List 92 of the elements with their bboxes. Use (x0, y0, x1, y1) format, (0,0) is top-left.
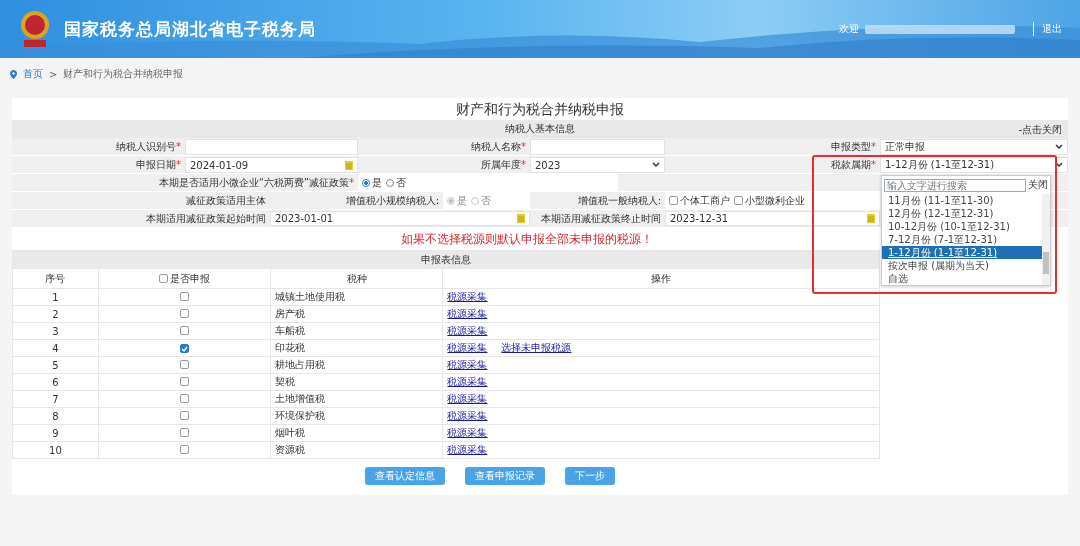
row-checkbox[interactable] (179, 393, 189, 403)
search-field[interactable]: 输入文字进行搜索 (884, 178, 1026, 192)
table-cell: 6 (12, 373, 99, 391)
row-checkbox[interactable] (179, 325, 189, 335)
field-label: 申报类型* (830, 140, 877, 154)
field-label: 所属年度* (480, 158, 527, 172)
action-link[interactable]: 税源采集 (447, 393, 488, 404)
row-checkbox[interactable] (179, 308, 189, 318)
dropdown-option[interactable]: 10-12月份 (10-1至12-31) (882, 220, 1042, 233)
notice-text: 如果不选择税源则默认申报全部未申报的税源！ (400, 231, 654, 248)
table-cell: 9 (12, 424, 99, 442)
date-field[interactable]: 2024-01-09 (185, 157, 358, 173)
action-link[interactable]: 税源采集 (447, 342, 488, 353)
text-field[interactable] (185, 139, 358, 155)
action-link[interactable]: 税源采集 (447, 359, 488, 370)
section-title: 纳税人基本信息 (505, 122, 575, 136)
row-checkbox[interactable] (179, 444, 189, 454)
scrollbar[interactable] (1042, 194, 1050, 285)
table-cell: 耕地占用税 (270, 356, 443, 374)
page-title: 财产和行为税合并纳税申报 (455, 100, 625, 119)
dropdown-option[interactable]: 按次申报 (属期为当天) (882, 259, 1042, 272)
chevron-down-icon (1055, 144, 1063, 150)
date-field[interactable]: 2023-12-31 (665, 211, 880, 226)
row-checkbox[interactable] (179, 427, 189, 437)
chevron-down-icon (1055, 162, 1063, 168)
location-pin-icon (10, 69, 17, 79)
table-cell: 环境保护税 (270, 407, 443, 425)
action-link[interactable]: 税源采集 (447, 376, 488, 387)
dropdown-option[interactable]: 12月份 (12-1至12-31) (882, 207, 1042, 220)
column-header: 序号 (12, 268, 99, 289)
table-cell: 房产税 (270, 305, 443, 323)
field-label: 纳税人名称* (470, 140, 527, 154)
row-checkbox[interactable] (179, 291, 189, 301)
field-label: 本期适用减征政策起始时间 (145, 212, 267, 226)
row-checkbox[interactable] (179, 376, 189, 386)
action-link[interactable]: 税源采集 (447, 427, 488, 438)
table-cell: 10 (12, 441, 99, 459)
row-checkbox[interactable] (179, 410, 189, 420)
radio-option[interactable]: 否 (386, 175, 406, 190)
table-cell: 4 (12, 339, 99, 357)
checkbox-option[interactable]: 小型微利企业 (734, 193, 805, 208)
action-link[interactable]: 税源采集 (447, 291, 488, 302)
row-checkbox[interactable] (179, 344, 189, 353)
field-label: 税款属期* (830, 158, 877, 172)
field-label: 增值税一般纳税人: (576, 194, 662, 208)
site-title: 国家税务总局湖北省电子税务局 (64, 17, 316, 41)
field-label: 申报日期* (135, 158, 182, 172)
action-link[interactable]: 税源采集 (447, 325, 488, 336)
table-cell: 5 (12, 356, 99, 374)
dropdown-option[interactable]: 7-12月份 (7-1至12-31) (882, 233, 1042, 246)
checkbox-option[interactable]: 个体工商户 (669, 193, 730, 208)
dropdown-option[interactable]: 自选 (882, 272, 1042, 285)
close-link[interactable]: 关闭 (1028, 178, 1048, 192)
select-field[interactable]: 正常申报 (880, 139, 1068, 155)
field-label: 增值税小规模纳税人: (344, 194, 440, 208)
table-cell: 1 (12, 288, 99, 306)
select-field[interactable]: 2023 (530, 157, 665, 173)
action-link[interactable]: 税源采集 (447, 308, 488, 319)
dropdown-option[interactable]: 11月份 (11-1至11-30) (882, 194, 1042, 207)
field-label: 减征政策适用主体 (185, 194, 267, 208)
radio-option[interactable]: 是 (362, 175, 382, 190)
calendar-icon[interactable] (345, 160, 353, 170)
table-cell: 印花税 (270, 339, 443, 357)
field-label: 本期是否适用小微企业“六税两费”减征政策* (157, 176, 355, 190)
text-field[interactable] (530, 139, 665, 155)
breadcrumb-separator: > (49, 68, 58, 80)
action-link[interactable]: 税源采集 (447, 444, 488, 455)
row-checkbox[interactable] (179, 359, 189, 369)
date-field[interactable]: 2023-01-01 (270, 211, 530, 226)
table-cell: 7 (12, 390, 99, 408)
chevron-down-icon (652, 162, 660, 168)
table-cell: 契税 (270, 373, 443, 391)
table-cell: 烟叶税 (270, 424, 443, 442)
table-cell: 8 (12, 407, 99, 425)
breadcrumb-current: 财产和行为税合并纳税申报 (63, 67, 184, 81)
field-label: 本期适用减征政策终止时间 (540, 212, 662, 226)
table-cell: 资源税 (270, 441, 443, 459)
table-title: 申报表信息 (12, 250, 880, 269)
table-cell: 土地增值税 (270, 390, 443, 408)
table-cell: 3 (12, 322, 99, 340)
home-link[interactable]: 首页 (23, 67, 43, 81)
welcome-text: 欢迎 (839, 22, 859, 36)
action-link[interactable]: 税源采集 (447, 410, 488, 421)
collapse-link[interactable]: -点击关闭 (1018, 123, 1062, 137)
table-cell: 2 (12, 305, 99, 323)
select-field[interactable]: 1-12月份 (1-1至12-31) (880, 157, 1068, 173)
field-label: 纳税人识别号* (115, 140, 182, 154)
dropdown-option[interactable]: 1-12月份 (1-1至12-31) (882, 246, 1042, 259)
table-cell: 城镇土地使用税 (270, 288, 443, 306)
emblem-icon (18, 9, 52, 49)
action-link[interactable]: 选择未申报税源 (501, 342, 572, 353)
table-cell: 车船税 (270, 322, 443, 340)
